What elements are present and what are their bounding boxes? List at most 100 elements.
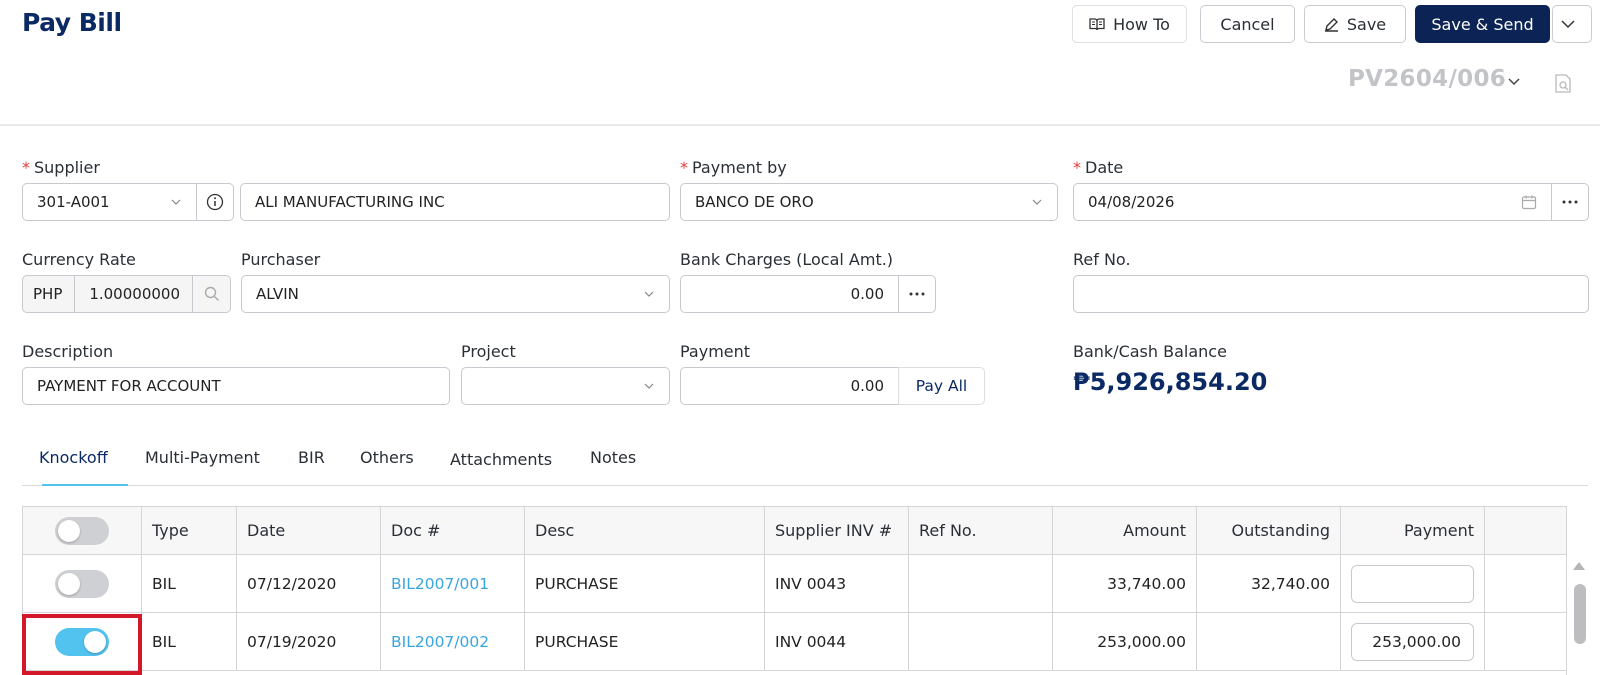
header-divider (0, 124, 1600, 126)
bank-charges-field[interactable]: 0.00 (680, 275, 899, 313)
column-header-type: Type (142, 507, 237, 554)
book-icon (1089, 18, 1105, 31)
table-scrollbar-thumb[interactable] (1574, 584, 1586, 644)
cell-payment: 253,000.00 (1341, 613, 1485, 670)
document-search-icon[interactable] (1554, 74, 1572, 94)
tab-multi-payment[interactable]: Multi-Payment (145, 448, 260, 467)
table-row: BIL 07/12/2020 BIL2007/001 PURCHASE INV … (23, 555, 1566, 613)
cell-outstanding: 32,740.00 (1197, 555, 1341, 612)
column-header-doc: Doc # (381, 507, 525, 554)
supplier-label: * Supplier (22, 158, 100, 177)
table-row: BIL 07/19/2020 BIL2007/002 PURCHASE INV … (23, 613, 1566, 671)
column-header-amount: Amount (1053, 507, 1197, 554)
payment-by-select[interactable]: BANCO DE ORO (680, 183, 1058, 221)
pay-all-button[interactable]: Pay All (898, 367, 985, 405)
cell-doc-link[interactable]: BIL2007/001 (381, 555, 525, 612)
currency-rate-search-button[interactable] (192, 275, 231, 313)
date-value: 04/08/2026 (1088, 193, 1175, 211)
save-options-dropdown[interactable] (1552, 5, 1592, 43)
bank-cash-balance-label: Bank/Cash Balance (1073, 342, 1227, 361)
chevron-down-icon (1032, 199, 1042, 205)
chevron-down-icon (644, 291, 654, 297)
info-icon (206, 193, 224, 211)
cell-ref-no (909, 613, 1053, 670)
column-header-desc: Desc (525, 507, 765, 554)
date-label: * Date (1073, 158, 1124, 177)
description-label: Description (22, 342, 114, 361)
tab-bir[interactable]: BIR (298, 448, 325, 467)
payment-input[interactable] (1351, 564, 1474, 603)
payment-field[interactable]: 0.00 (680, 367, 899, 405)
cell-desc: PURCHASE (525, 613, 765, 670)
cell-amount: 33,740.00 (1053, 555, 1197, 612)
row-select-cell (23, 555, 142, 612)
save-button[interactable]: Save (1304, 5, 1406, 43)
payment-input[interactable]: 253,000.00 (1351, 622, 1474, 661)
pencil-icon (1324, 17, 1338, 32)
currency-rate-field[interactable]: 1.00000000 (74, 275, 193, 313)
select-all-toggle[interactable] (55, 516, 109, 545)
cell-desc: PURCHASE (525, 555, 765, 612)
cell-doc-link[interactable]: BIL2007/002 (381, 613, 525, 670)
supplier-info-button[interactable] (196, 183, 234, 221)
how-to-label: How To (1113, 14, 1170, 34)
chevron-down-icon[interactable] (1508, 78, 1520, 86)
currency-rate-value: 1.00000000 (89, 285, 180, 303)
supplier-name-value: ALI MANUFACTURING INC (255, 193, 445, 211)
tab-attachments[interactable]: Attachments (450, 450, 552, 469)
date-field[interactable]: 04/08/2026 (1073, 183, 1552, 221)
column-header-outstanding: Outstanding (1197, 507, 1341, 554)
ref-no-label: Ref No. (1073, 250, 1131, 269)
cell-type: BIL (142, 613, 237, 670)
cell-amount: 253,000.00 (1053, 613, 1197, 670)
project-label: Project (461, 342, 516, 361)
cell-date: 07/19/2020 (237, 613, 381, 670)
ref-no-field[interactable] (1073, 275, 1589, 313)
scroll-up-arrow-icon[interactable] (1571, 560, 1587, 572)
payment-by-label: * Payment by (680, 158, 787, 177)
payment-value: 0.00 (850, 377, 884, 395)
save-label: Save (1346, 14, 1387, 34)
row-select-toggle[interactable] (55, 569, 109, 598)
currency-code: PHP (22, 275, 75, 313)
cell-payment (1341, 555, 1485, 612)
purchaser-select[interactable]: ALVIN (241, 275, 670, 313)
cell-supplier-inv: INV 0044 (765, 613, 909, 670)
column-header-supplier-inv: Supplier INV # (765, 507, 909, 554)
selection-highlight (22, 614, 142, 675)
payment-by-value: BANCO DE ORO (695, 193, 814, 211)
cell-outstanding (1197, 613, 1341, 670)
column-header-payment: Payment (1341, 507, 1485, 554)
save-send-button[interactable]: Save & Send (1415, 5, 1550, 43)
how-to-button[interactable]: How To (1072, 5, 1187, 43)
tab-notes[interactable]: Notes (590, 448, 636, 467)
supplier-code-value: 301-A001 (37, 193, 110, 211)
tab-knockoff[interactable]: Knockoff (39, 448, 108, 467)
cell-ref-no (909, 555, 1053, 612)
cell-supplier-inv: INV 0043 (765, 555, 909, 612)
bank-cash-balance-value: ₱5,926,854.20 (1073, 368, 1268, 396)
payment-label: Payment (680, 342, 751, 361)
search-icon (204, 286, 219, 301)
purchaser-label: Purchaser (241, 250, 321, 269)
chevron-down-icon (1561, 19, 1575, 28)
chevron-down-icon (644, 383, 654, 389)
cancel-button[interactable]: Cancel (1200, 5, 1295, 43)
chevron-down-icon (171, 199, 181, 205)
document-number: PV2604/006 (1348, 66, 1507, 92)
cell-type: BIL (142, 555, 237, 612)
knockoff-table: Type Date Doc # Desc Supplier INV # Ref … (22, 506, 1567, 675)
select-all-cell (23, 507, 142, 554)
bank-charges-options-button[interactable] (898, 275, 936, 313)
table-header-row: Type Date Doc # Desc Supplier INV # Ref … (23, 507, 1566, 555)
project-select[interactable] (461, 367, 670, 405)
description-field[interactable]: PAYMENT FOR ACCOUNT (22, 367, 450, 405)
supplier-name-field[interactable]: ALI MANUFACTURING INC (240, 183, 670, 221)
tab-others[interactable]: Others (360, 448, 414, 467)
supplier-code-select[interactable]: 301-A001 (22, 183, 197, 221)
bank-charges-value: 0.00 (850, 285, 884, 303)
column-header-date: Date (237, 507, 381, 554)
date-options-button[interactable] (1551, 183, 1589, 221)
calendar-icon[interactable] (1521, 194, 1537, 210)
active-tab-indicator (42, 484, 128, 486)
